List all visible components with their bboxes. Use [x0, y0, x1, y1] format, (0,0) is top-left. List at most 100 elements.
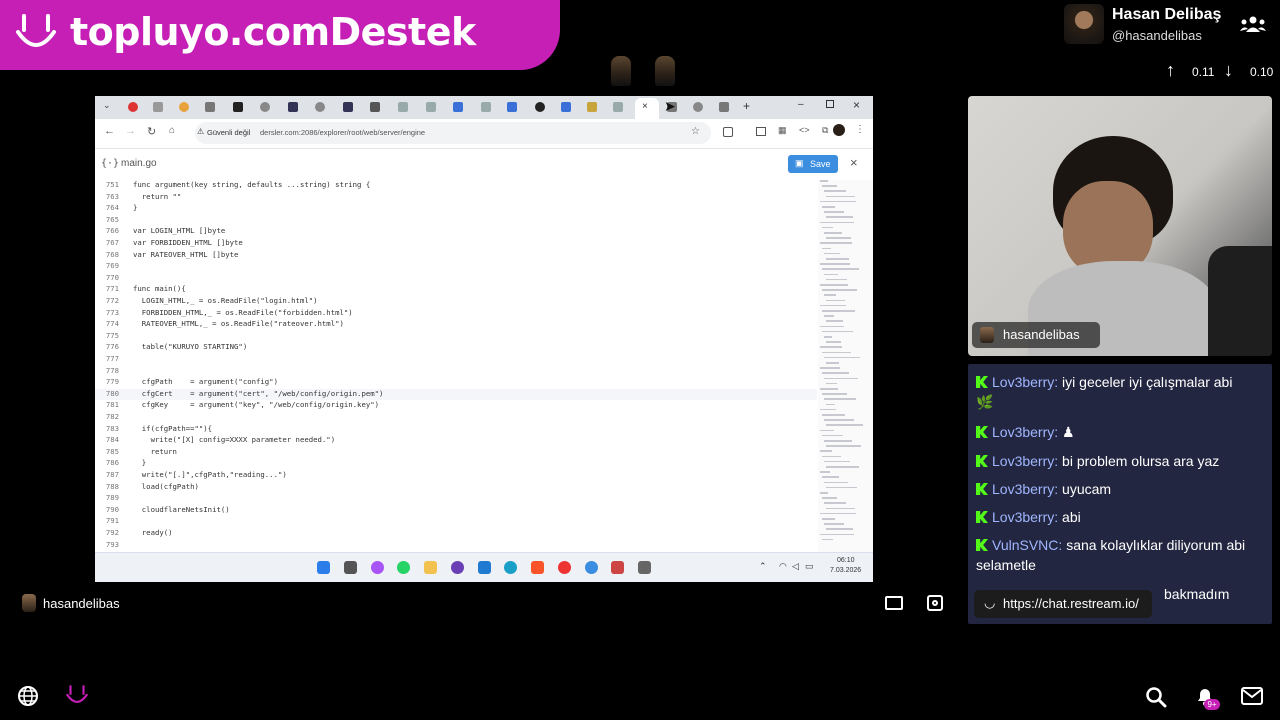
code-line[interactable]: 776 table("KURUYO STARTING") — [95, 342, 817, 353]
link-tooltip[interactable]: ◡ https://chat.restream.io/ — [974, 590, 1152, 618]
tab-favicon-icon[interactable] — [233, 102, 243, 112]
menu-dots-icon[interactable]: ⋮ — [855, 124, 865, 135]
code-minimap[interactable] — [818, 180, 873, 552]
code-line[interactable]: 778 — [95, 366, 817, 377]
home-icon[interactable]: ⌂ — [169, 125, 175, 136]
bookmark-star-icon[interactable]: ☆ — [691, 126, 700, 137]
chat-username[interactable]: VulnSVNC: — [992, 537, 1062, 553]
code-line[interactable]: 774 RATEOVER_HTML,_ = os.ReadFile("rateo… — [95, 319, 817, 330]
code-line[interactable]: 772 LOGIN_HTML,_ = os.ReadFile("login.ht… — [95, 296, 817, 307]
tab-favicon-icon[interactable] — [179, 102, 189, 112]
code-line[interactable]: 775 — [95, 331, 817, 342]
code-line[interactable]: 781 cfgKey = argument("key", "/web/confi… — [95, 400, 817, 411]
security-label[interactable]: Güvenli değil — [207, 128, 250, 137]
whatsapp-icon[interactable] — [397, 561, 410, 574]
app-icon[interactable] — [638, 561, 651, 574]
tray-chevron-icon[interactable]: ⌃ — [759, 561, 767, 572]
code-line[interactable]: 767 var FORBIDDEN_HTML []byte — [95, 238, 817, 249]
code-line[interactable]: 764} — [95, 203, 817, 214]
code-editor[interactable]: 751 func argument(key string, defaults ..… — [95, 180, 817, 552]
streamer-avatar[interactable] — [1064, 4, 1104, 44]
chat-panel[interactable]: Lov3berry: iyi geceler iyi çalışmalar ab… — [968, 364, 1272, 624]
devtools-icon[interactable]: <> — [799, 125, 810, 135]
chat-username[interactable]: Lov3berry: — [992, 481, 1058, 497]
close-tab-icon[interactable]: × — [642, 101, 648, 112]
theater-mode-icon[interactable] — [885, 596, 903, 610]
url-text[interactable]: dersler.com:2086/explorer/root/web/serve… — [260, 128, 425, 137]
chat-username[interactable]: Lov3berry: — [992, 424, 1058, 440]
stream-owner-name[interactable]: hasandelibas — [43, 596, 120, 611]
extensions-icon[interactable] — [723, 127, 733, 137]
chevron-down-icon[interactable]: ⌄ — [103, 100, 111, 111]
tab-favicon-icon[interactable] — [587, 102, 597, 112]
task-view-icon[interactable] — [344, 561, 357, 574]
tab-favicon-icon[interactable] — [398, 102, 408, 112]
code-line[interactable]: 783 if(cfgPath==""){ — [95, 424, 817, 435]
code-line[interactable]: 768 var RATEOVER_HTML []byte — [95, 250, 817, 261]
edge-icon[interactable] — [504, 561, 517, 574]
code-line[interactable]: 785 return — [95, 447, 817, 458]
code-line[interactable]: 789 — [95, 493, 817, 504]
chat-username[interactable]: Lov3berry: — [992, 374, 1058, 390]
tab-favicon-icon[interactable] — [205, 102, 215, 112]
vscode-icon[interactable] — [478, 561, 491, 574]
chrome-icon[interactable] — [558, 561, 571, 574]
code-line[interactable]: 791 — [95, 516, 817, 527]
code-line[interactable]: 790 cloudflareNetsInit() — [95, 505, 817, 516]
clock-time[interactable]: 06:10 — [837, 557, 855, 564]
wifi-icon[interactable]: ◠ — [779, 561, 787, 572]
app-icon[interactable] — [611, 561, 624, 574]
url-field[interactable]: ⚠ Güvenli değil dersler.com:2086/explore… — [195, 122, 711, 144]
tab-favicon-icon[interactable] — [613, 102, 623, 112]
code-line[interactable]: 769 — [95, 261, 817, 272]
back-icon[interactable]: ← — [104, 125, 115, 137]
code-line[interactable]: 792 ready() — [95, 528, 817, 539]
search-icon[interactable] — [1145, 686, 1167, 708]
new-tab-icon[interactable]: + — [743, 99, 750, 113]
active-tab[interactable]: × — [635, 98, 659, 119]
streamer-name[interactable]: Hasan Delibaş — [1112, 6, 1221, 24]
streamer-handle[interactable]: @hasandelibas — [1112, 28, 1202, 43]
tab-favicon-icon[interactable] — [128, 102, 138, 112]
tab-favicon-icon[interactable] — [370, 102, 380, 112]
code-line[interactable]: 786 } — [95, 458, 817, 469]
forward-icon[interactable]: → — [125, 125, 136, 137]
code-line[interactable]: 777 — [95, 354, 817, 365]
tab-favicon-icon[interactable] — [481, 102, 491, 112]
code-line[interactable]: 784 write("[X] config=XXXX parameter nee… — [95, 435, 817, 446]
code-line[interactable]: 782 — [95, 412, 817, 423]
battery-icon[interactable]: ▭ — [805, 561, 814, 572]
tooltip-url[interactable]: https://chat.restream.io/ — [1003, 596, 1139, 611]
chat-username[interactable]: Lov3berry: — [992, 453, 1058, 469]
windows-start-icon[interactable] — [317, 561, 330, 574]
fullscreen-icon[interactable] — [927, 595, 943, 611]
code-line[interactable]: 780 cfgCert = argument("cert", "/web/con… — [95, 388, 817, 400]
volume-icon[interactable]: ◁ — [792, 561, 799, 572]
clock-date[interactable]: 7.03.2026 — [830, 567, 861, 574]
github-desktop-icon[interactable] — [451, 561, 464, 574]
minimize-icon[interactable]: – — [798, 99, 804, 110]
tab-favicon-icon[interactable] — [343, 102, 353, 112]
save-button[interactable]: ▣ Save — [788, 155, 838, 173]
users-icon[interactable] — [1240, 14, 1266, 34]
tab-favicon-icon[interactable] — [507, 102, 517, 112]
code-line[interactable]: 770 — [95, 273, 817, 284]
webcam-feed[interactable]: hasandelibas — [968, 96, 1272, 356]
globe-icon[interactable] — [17, 685, 39, 707]
chat-username[interactable]: Lov3berry: — [992, 509, 1058, 525]
tab-favicon-icon[interactable] — [426, 102, 436, 112]
code-line[interactable]: 788 load(cfgPath) — [95, 482, 817, 493]
tab-favicon-icon[interactable] — [561, 102, 571, 112]
profile-avatar[interactable] — [833, 124, 845, 136]
tab-favicon-icon[interactable] — [453, 102, 463, 112]
close-window-icon[interactable]: × — [853, 98, 860, 112]
tab-favicon-icon[interactable] — [315, 102, 325, 112]
brave-icon[interactable] — [531, 561, 544, 574]
code-line[interactable]: 773 FORBIDDEN_HTML,_ = os.ReadFile("forb… — [95, 308, 817, 319]
tab-favicon-icon[interactable] — [693, 102, 703, 112]
cast-icon[interactable] — [756, 127, 766, 136]
code-line[interactable]: 771 func main(){ — [95, 284, 817, 295]
copilot-icon[interactable] — [371, 561, 384, 574]
code-line[interactable]: 779 cfgPath = argument("config") — [95, 377, 817, 388]
mail-icon[interactable] — [1241, 687, 1263, 705]
